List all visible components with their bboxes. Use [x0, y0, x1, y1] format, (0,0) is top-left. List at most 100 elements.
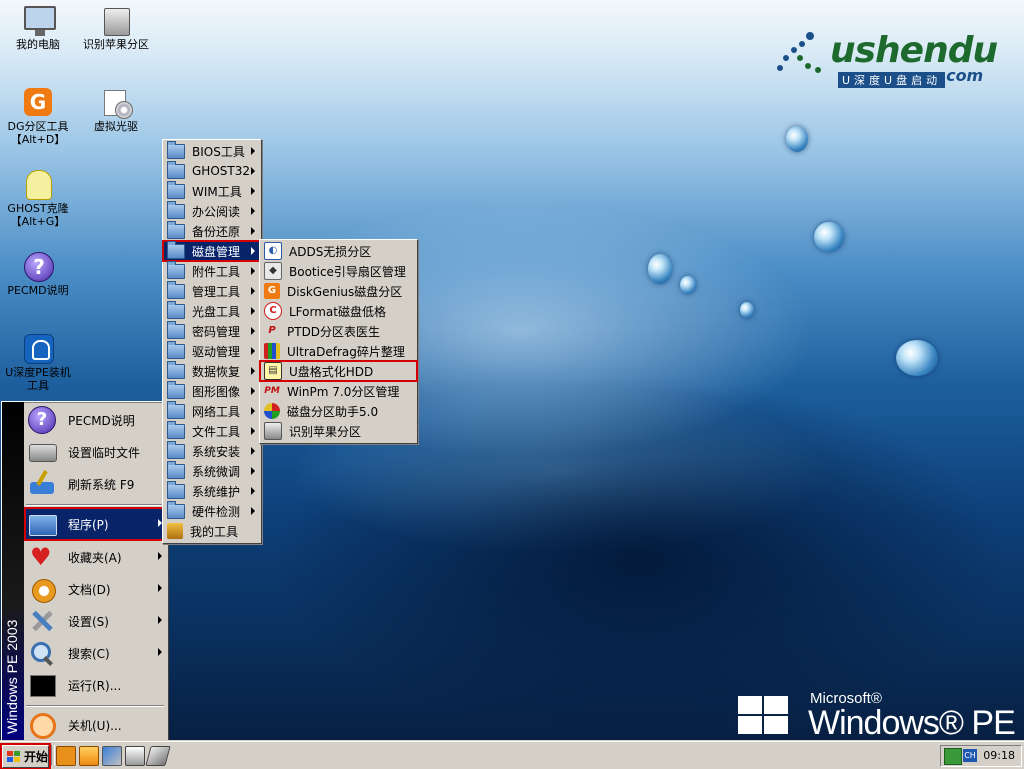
menu-item-office[interactable]: 办公阅读: [163, 200, 261, 221]
desktop-icon-label: GHOST克隆 【Alt+G】: [7, 202, 69, 228]
clock[interactable]: 09:18: [983, 749, 1015, 762]
help-icon: ?: [24, 252, 54, 282]
folder-icon: [167, 480, 185, 499]
menu-item-label: GHOST32: [192, 164, 250, 178]
desktop-icon-virtual-drive[interactable]: 虚拟光驱: [78, 86, 154, 133]
window-icon[interactable]: [79, 746, 99, 766]
menu-item-label: 管理工具: [192, 284, 241, 299]
bootice-icon: ◆: [264, 262, 282, 280]
menu-item-cd-tools[interactable]: 光盘工具: [163, 300, 261, 321]
start-item-label: 程序(P): [68, 517, 109, 532]
menu-item-label: ADDS无损分区: [289, 244, 372, 259]
menu-item-adds[interactable]: ◐ ADDS无损分区: [260, 241, 417, 261]
water-drop: [680, 276, 696, 294]
menu-item-system-install[interactable]: 系统安装: [163, 440, 261, 461]
menu-item-hardware-test[interactable]: 硬件检测: [163, 500, 261, 521]
start-item-shutdown[interactable]: 关机(U)...: [26, 710, 166, 740]
menu-item-usb-format-hdd[interactable]: ▤ U盘格式化HDD: [259, 360, 418, 382]
menu-item-disk-management[interactable]: 磁盘管理: [162, 240, 262, 262]
desktop-icon-ghost[interactable]: GHOST克隆 【Alt+G】: [0, 168, 76, 228]
ultradefrag-icon: [264, 343, 280, 359]
menu-item-ultradefrag[interactable]: UltraDefrag碎片整理: [260, 341, 417, 361]
desktop-icon-apple-partition[interactable]: 识别苹果分区: [78, 4, 154, 51]
menu-item-ghost32[interactable]: GHOST32: [163, 160, 261, 181]
chevron-right-icon: [251, 187, 255, 195]
menu-item-label: 密码管理: [192, 324, 241, 339]
menu-item-diskgenius[interactable]: G DiskGenius磁盘分区: [260, 281, 417, 301]
menu-item-ptdd[interactable]: P PTDD分区表医生: [260, 321, 417, 341]
start-item-run[interactable]: 运行(R)...: [26, 670, 166, 700]
folder-icon: [167, 280, 185, 299]
water-drop: [814, 222, 844, 252]
menu-item-backup[interactable]: 备份还原: [163, 220, 261, 241]
chevron-right-icon: [251, 147, 255, 155]
start-item-temp-files[interactable]: 设置临时文件: [26, 437, 166, 467]
menu-item-label: 数据恢复: [192, 364, 241, 379]
water-drop: [740, 302, 754, 318]
menu-item-accessories[interactable]: 附件工具: [163, 260, 261, 281]
tools-icon[interactable]: [102, 746, 122, 766]
chevron-right-icon: [251, 427, 255, 435]
pe-installer-icon: [24, 334, 54, 364]
menu-item-system-maintenance[interactable]: 系统维护: [163, 480, 261, 501]
menu-item-wim-tools[interactable]: WIM工具: [163, 180, 261, 201]
menu-item-file-tools[interactable]: 文件工具: [163, 420, 261, 441]
folder-icon: [167, 320, 185, 339]
menu-item-bios-tools[interactable]: BIOS工具: [163, 140, 261, 161]
menu-item-lformat[interactable]: C LFormat磁盘低格: [260, 301, 417, 321]
desktop-icon-pecmd[interactable]: ? PECMD说明: [0, 250, 76, 297]
desktop-icon-pe-installer[interactable]: U深度PE装机 工具: [0, 332, 76, 392]
menu-item-data-recovery[interactable]: 数据恢复: [163, 360, 261, 381]
folder-icon: [167, 180, 185, 199]
start-button[interactable]: 开始: [0, 743, 51, 769]
start-item-documents[interactable]: 文档(D): [26, 574, 166, 604]
menu-item-label: 文件工具: [192, 424, 241, 439]
eraser-icon[interactable]: [145, 746, 171, 766]
menu-item-drivers[interactable]: 驱动管理: [163, 340, 261, 361]
network-icon[interactable]: [944, 748, 962, 765]
desktop-icon-my-computer[interactable]: 我的电脑: [0, 4, 76, 51]
start-item-pecmd[interactable]: ? PECMD说明: [26, 405, 166, 435]
programs-menu: BIOS工具 GHOST32 WIM工具 办公阅读 备份还原 磁盘管理 附件工具…: [162, 139, 262, 544]
start-menu-banner: Windows PE 2003: [2, 402, 24, 742]
menu-item-winpm[interactable]: PM WinPm 7.0分区管理: [260, 381, 417, 401]
folder-icon: [167, 460, 185, 479]
menu-item-label: LFormat磁盘低格: [289, 304, 386, 319]
start-menu-banner-text: Windows PE 2003: [4, 619, 20, 734]
start-item-label: 设置(S): [68, 614, 109, 629]
menu-item-apple-partition[interactable]: 识别苹果分区: [260, 421, 417, 441]
menu-item-network[interactable]: 网络工具: [163, 400, 261, 421]
start-item-settings[interactable]: 设置(S): [26, 606, 166, 636]
menu-item-label: 光盘工具: [192, 304, 241, 319]
printer-icon[interactable]: [125, 746, 145, 766]
winpm-icon: PM: [264, 383, 280, 399]
settings-tools-icon: [28, 607, 56, 635]
desktop-icon-label: 虚拟光驱: [94, 120, 138, 133]
menu-item-partition-assistant[interactable]: 磁盘分区助手5.0: [260, 401, 417, 421]
menu-item-label: 备份还原: [192, 224, 241, 239]
menu-item-my-tools[interactable]: 我的工具: [163, 521, 261, 541]
menu-item-graphics[interactable]: 图形图像: [163, 380, 261, 401]
chevron-right-icon: [251, 507, 255, 515]
ushendu-logo: ushendu U深度U盘启动 .com: [772, 28, 1002, 88]
start-item-label: 收藏夹(A): [68, 550, 122, 565]
start-item-label: 文档(D): [68, 582, 111, 597]
menu-item-bootice[interactable]: ◆ Bootice引导扇区管理: [260, 261, 417, 281]
browser-icon[interactable]: [56, 746, 76, 766]
menu-item-system-tweak[interactable]: 系统微调: [163, 460, 261, 481]
menu-item-label: 驱动管理: [192, 344, 241, 359]
start-item-search[interactable]: 搜索(C): [26, 638, 166, 668]
menu-item-admin-tools[interactable]: 管理工具: [163, 280, 261, 301]
start-item-refresh[interactable]: 刷新系统 F9: [26, 469, 166, 499]
menu-item-label: 办公阅读: [192, 204, 241, 219]
folder-icon: [167, 300, 185, 319]
partition-assistant-icon: [264, 403, 280, 419]
desktop-icon-dg-partition[interactable]: G DG分区工具 【Alt+D】: [0, 86, 76, 146]
folder-icon: [167, 160, 185, 179]
start-item-favorites[interactable]: ♥ 收藏夹(A): [26, 542, 166, 572]
menu-item-label: 系统安装: [192, 444, 241, 459]
menu-item-password[interactable]: 密码管理: [163, 320, 261, 341]
start-item-label: 刷新系统 F9: [68, 477, 135, 492]
language-indicator[interactable]: CH: [963, 749, 977, 762]
start-item-programs[interactable]: 程序(P): [24, 507, 168, 541]
